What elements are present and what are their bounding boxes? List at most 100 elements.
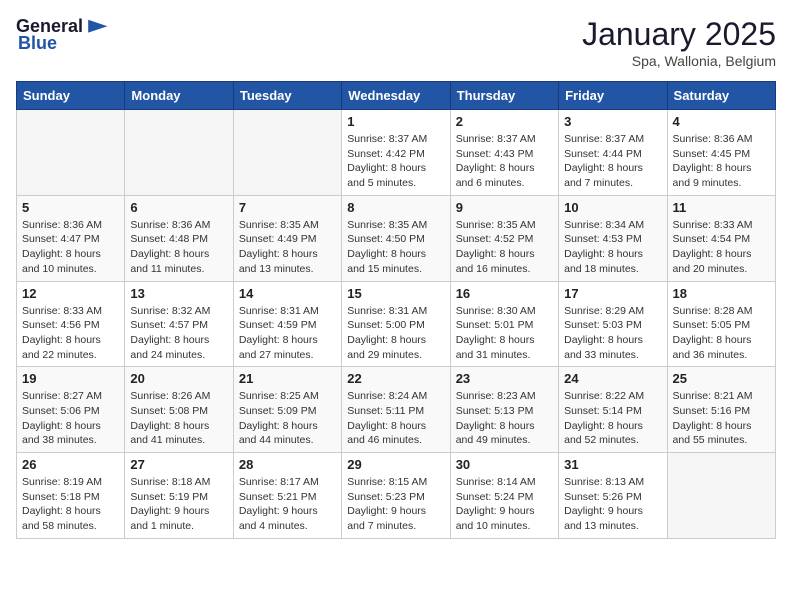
- day-of-week-header: Monday: [125, 82, 233, 110]
- day-number: 1: [347, 114, 444, 129]
- day-info: Sunrise: 8:37 AM Sunset: 4:44 PM Dayligh…: [564, 132, 661, 191]
- calendar-cell: 3 Sunrise: 8:37 AM Sunset: 4:44 PM Daylig…: [559, 110, 667, 196]
- day-info: Sunrise: 8:18 AM Sunset: 5:19 PM Dayligh…: [130, 475, 227, 534]
- calendar-cell: 17 Sunrise: 8:29 AM Sunset: 5:03 PM Dayli…: [559, 281, 667, 367]
- day-info: Sunrise: 8:32 AM Sunset: 4:57 PM Dayligh…: [130, 304, 227, 363]
- day-info: Sunrise: 8:31 AM Sunset: 5:00 PM Dayligh…: [347, 304, 444, 363]
- calendar-table: SundayMondayTuesdayWednesdayThursdayFrid…: [16, 81, 776, 539]
- day-number: 29: [347, 457, 444, 472]
- logo-flag-icon: [85, 17, 109, 37]
- calendar-cell: 24 Sunrise: 8:22 AM Sunset: 5:14 PM Dayli…: [559, 367, 667, 453]
- calendar-cell: 8 Sunrise: 8:35 AM Sunset: 4:50 PM Daylig…: [342, 195, 450, 281]
- month-title: January 2025: [582, 16, 776, 53]
- day-number: 6: [130, 200, 227, 215]
- calendar-cell: 27 Sunrise: 8:18 AM Sunset: 5:19 PM Dayli…: [125, 453, 233, 539]
- day-info: Sunrise: 8:30 AM Sunset: 5:01 PM Dayligh…: [456, 304, 553, 363]
- location-subtitle: Spa, Wallonia, Belgium: [582, 53, 776, 69]
- day-info: Sunrise: 8:28 AM Sunset: 5:05 PM Dayligh…: [673, 304, 770, 363]
- calendar-cell: 29Sunrise: 8:15 AM Sunset: 5:23 PM Dayli…: [342, 453, 450, 539]
- day-number: 9: [456, 200, 553, 215]
- calendar-header-row: SundayMondayTuesdayWednesdayThursdayFrid…: [17, 82, 776, 110]
- day-info: Sunrise: 8:36 AM Sunset: 4:47 PM Dayligh…: [22, 218, 119, 277]
- day-number: 24: [564, 371, 661, 386]
- calendar-week-row: 26Sunrise: 8:19 AM Sunset: 5:18 PM Dayli…: [17, 453, 776, 539]
- calendar-cell: 25 Sunrise: 8:21 AM Sunset: 5:16 PM Dayli…: [667, 367, 775, 453]
- day-number: 12: [22, 286, 119, 301]
- calendar-cell: 11Sunrise: 8:33 AM Sunset: 4:54 PM Dayli…: [667, 195, 775, 281]
- day-info: Sunrise: 8:23 AM Sunset: 5:13 PM Dayligh…: [456, 389, 553, 448]
- calendar-cell: 20 Sunrise: 8:26 AM Sunset: 5:08 PM Dayli…: [125, 367, 233, 453]
- calendar-cell: 5Sunrise: 8:36 AM Sunset: 4:47 PM Daylig…: [17, 195, 125, 281]
- day-info: Sunrise: 8:36 AM Sunset: 4:48 PM Dayligh…: [130, 218, 227, 277]
- title-block: January 2025 Spa, Wallonia, Belgium: [582, 16, 776, 69]
- day-number: 27: [130, 457, 227, 472]
- calendar-cell: 16 Sunrise: 8:30 AM Sunset: 5:01 PM Dayli…: [450, 281, 558, 367]
- logo-blue: Blue: [18, 33, 57, 54]
- calendar-cell: 7 Sunrise: 8:35 AM Sunset: 4:49 PM Daylig…: [233, 195, 341, 281]
- day-of-week-header: Thursday: [450, 82, 558, 110]
- calendar-cell: 22Sunrise: 8:24 AM Sunset: 5:11 PM Dayli…: [342, 367, 450, 453]
- calendar-cell: 9 Sunrise: 8:35 AM Sunset: 4:52 PM Daylig…: [450, 195, 558, 281]
- day-info: Sunrise: 8:33 AM Sunset: 4:54 PM Dayligh…: [673, 218, 770, 277]
- calendar-cell: [667, 453, 775, 539]
- day-info: Sunrise: 8:35 AM Sunset: 4:52 PM Dayligh…: [456, 218, 553, 277]
- day-number: 14: [239, 286, 336, 301]
- calendar-cell: [233, 110, 341, 196]
- day-of-week-header: Saturday: [667, 82, 775, 110]
- day-number: 28: [239, 457, 336, 472]
- day-of-week-header: Tuesday: [233, 82, 341, 110]
- calendar-week-row: 12 Sunrise: 8:33 AM Sunset: 4:56 PM Dayli…: [17, 281, 776, 367]
- day-number: 3: [564, 114, 661, 129]
- day-number: 15: [347, 286, 444, 301]
- day-number: 25: [673, 371, 770, 386]
- day-number: 13: [130, 286, 227, 301]
- day-number: 23: [456, 371, 553, 386]
- day-number: 16: [456, 286, 553, 301]
- day-info: Sunrise: 8:37 AM Sunset: 4:42 PM Dayligh…: [347, 132, 444, 191]
- day-number: 7: [239, 200, 336, 215]
- day-info: Sunrise: 8:13 AM Sunset: 5:26 PM Dayligh…: [564, 475, 661, 534]
- calendar-cell: 28 Sunrise: 8:17 AM Sunset: 5:21 PM Dayli…: [233, 453, 341, 539]
- day-info: Sunrise: 8:34 AM Sunset: 4:53 PM Dayligh…: [564, 218, 661, 277]
- day-info: Sunrise: 8:37 AM Sunset: 4:43 PM Dayligh…: [456, 132, 553, 191]
- calendar-cell: 21 Sunrise: 8:25 AM Sunset: 5:09 PM Dayli…: [233, 367, 341, 453]
- day-info: Sunrise: 8:21 AM Sunset: 5:16 PM Dayligh…: [673, 389, 770, 448]
- calendar-cell: 23 Sunrise: 8:23 AM Sunset: 5:13 PM Dayli…: [450, 367, 558, 453]
- logo: General Blue: [16, 16, 109, 54]
- day-of-week-header: Wednesday: [342, 82, 450, 110]
- calendar-cell: 12 Sunrise: 8:33 AM Sunset: 4:56 PM Dayli…: [17, 281, 125, 367]
- day-info: Sunrise: 8:33 AM Sunset: 4:56 PM Dayligh…: [22, 304, 119, 363]
- calendar-week-row: 1 Sunrise: 8:37 AM Sunset: 4:42 PM Daylig…: [17, 110, 776, 196]
- page-header: General Blue January 2025 Spa, Wallonia,…: [16, 16, 776, 69]
- calendar-cell: 26Sunrise: 8:19 AM Sunset: 5:18 PM Dayli…: [17, 453, 125, 539]
- day-of-week-header: Friday: [559, 82, 667, 110]
- calendar-cell: [17, 110, 125, 196]
- day-number: 21: [239, 371, 336, 386]
- day-info: Sunrise: 8:27 AM Sunset: 5:06 PM Dayligh…: [22, 389, 119, 448]
- day-info: Sunrise: 8:29 AM Sunset: 5:03 PM Dayligh…: [564, 304, 661, 363]
- day-info: Sunrise: 8:22 AM Sunset: 5:14 PM Dayligh…: [564, 389, 661, 448]
- calendar-cell: 10 Sunrise: 8:34 AM Sunset: 4:53 PM Dayli…: [559, 195, 667, 281]
- day-number: 20: [130, 371, 227, 386]
- calendar-cell: 2Sunrise: 8:37 AM Sunset: 4:43 PM Daylig…: [450, 110, 558, 196]
- day-info: Sunrise: 8:35 AM Sunset: 4:49 PM Dayligh…: [239, 218, 336, 277]
- calendar-cell: 13 Sunrise: 8:32 AM Sunset: 4:57 PM Dayli…: [125, 281, 233, 367]
- day-info: Sunrise: 8:17 AM Sunset: 5:21 PM Dayligh…: [239, 475, 336, 534]
- day-number: 4: [673, 114, 770, 129]
- day-info: Sunrise: 8:25 AM Sunset: 5:09 PM Dayligh…: [239, 389, 336, 448]
- calendar-cell: 14 Sunrise: 8:31 AM Sunset: 4:59 PM Dayli…: [233, 281, 341, 367]
- calendar-cell: 18Sunrise: 8:28 AM Sunset: 5:05 PM Dayli…: [667, 281, 775, 367]
- calendar-cell: 6 Sunrise: 8:36 AM Sunset: 4:48 PM Daylig…: [125, 195, 233, 281]
- day-number: 30: [456, 457, 553, 472]
- day-info: Sunrise: 8:35 AM Sunset: 4:50 PM Dayligh…: [347, 218, 444, 277]
- day-number: 17: [564, 286, 661, 301]
- day-number: 31: [564, 457, 661, 472]
- day-info: Sunrise: 8:19 AM Sunset: 5:18 PM Dayligh…: [22, 475, 119, 534]
- day-info: Sunrise: 8:26 AM Sunset: 5:08 PM Dayligh…: [130, 389, 227, 448]
- day-number: 10: [564, 200, 661, 215]
- calendar-cell: 19Sunrise: 8:27 AM Sunset: 5:06 PM Dayli…: [17, 367, 125, 453]
- calendar-cell: 1 Sunrise: 8:37 AM Sunset: 4:42 PM Daylig…: [342, 110, 450, 196]
- day-number: 8: [347, 200, 444, 215]
- day-info: Sunrise: 8:31 AM Sunset: 4:59 PM Dayligh…: [239, 304, 336, 363]
- day-of-week-header: Sunday: [17, 82, 125, 110]
